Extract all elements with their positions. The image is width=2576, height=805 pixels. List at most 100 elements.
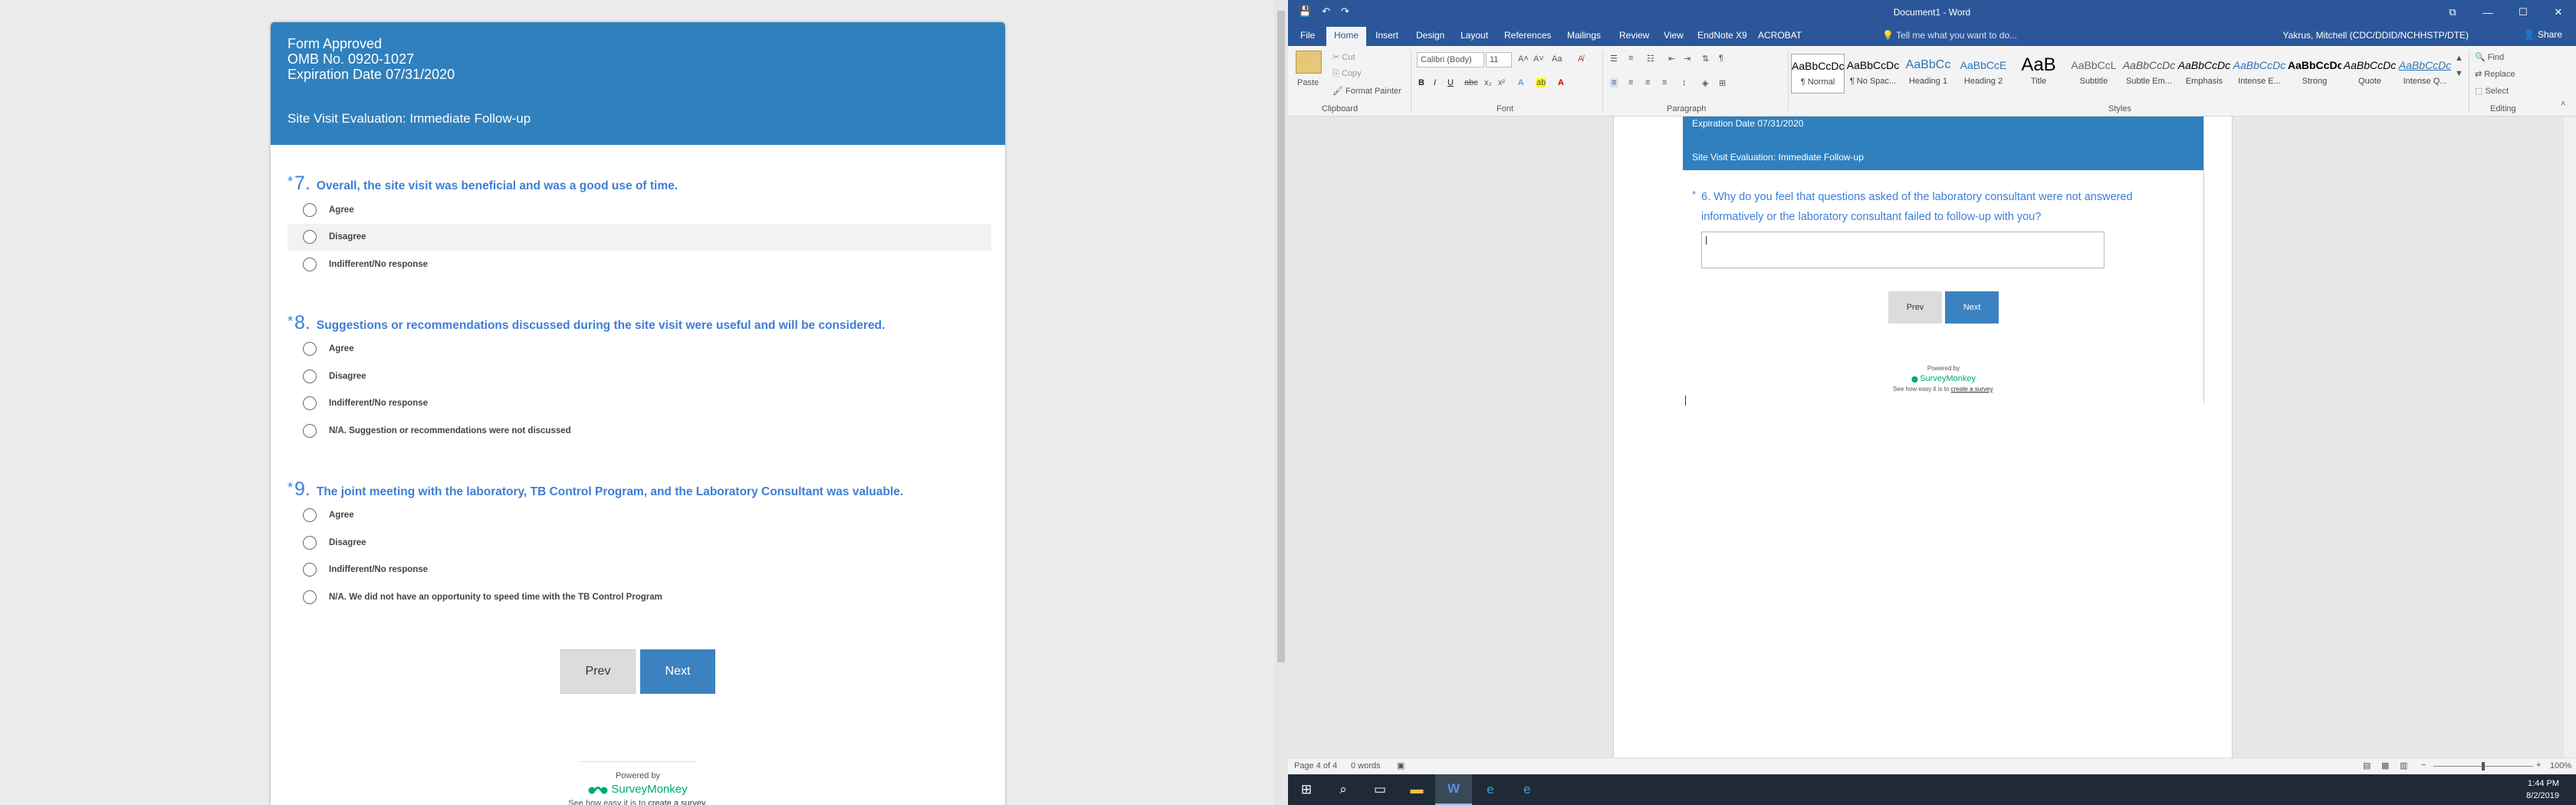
zoom-level[interactable]: 100%	[2550, 761, 2571, 770]
maximize-icon[interactable]: ☐	[2505, 0, 2541, 25]
next-button[interactable]: Next	[640, 649, 715, 694]
styles-scroll-up-icon[interactable]: ▲	[2455, 54, 2463, 63]
document-scrollbar[interactable]	[2564, 117, 2576, 757]
surveymonkey-logo[interactable]: SurveyMonkey	[271, 783, 1005, 796]
word-app-icon[interactable]: W	[1435, 774, 1472, 805]
option-disagree[interactable]: Disagree	[288, 529, 991, 557]
system-clock[interactable]: 1:44 PM 8/2/2019	[2526, 777, 2559, 802]
start-icon[interactable]: ⊞	[1288, 774, 1325, 805]
word-count[interactable]: 0 words	[1351, 761, 1381, 770]
style-intense-emphasis[interactable]: AaBbCcDc Intense E...	[2233, 54, 2286, 94]
radio-button[interactable]	[303, 396, 317, 411]
scrollbar-thumb[interactable]	[1277, 11, 1285, 662]
font-name-box[interactable]: Calibri (Body)	[1417, 52, 1484, 67]
option-agree[interactable]: Agree	[288, 502, 991, 530]
option-indifferent[interactable]: Indifferent/No response	[288, 557, 991, 584]
select-button[interactable]: ⬚ Select	[2475, 86, 2509, 96]
tab-review[interactable]: Review	[1612, 28, 1657, 42]
zoom-out-icon[interactable]: −	[2421, 761, 2426, 770]
tab-acrobat[interactable]: ACROBAT	[1750, 28, 1809, 42]
radio-button[interactable]	[303, 508, 317, 523]
radio-button[interactable]	[303, 202, 317, 217]
superscript-icon[interactable]: x²	[1498, 78, 1505, 87]
align-right-icon[interactable]: ≡	[1645, 78, 1650, 87]
radio-button[interactable]	[303, 535, 317, 550]
collapse-ribbon-icon[interactable]: ˄	[2561, 100, 2565, 109]
shrink-font-icon[interactable]: A˅	[1533, 54, 1544, 64]
zoom-in-icon[interactable]: +	[2536, 761, 2541, 770]
style-emphasis[interactable]: AaBbCcDc Emphasis	[2177, 54, 2231, 94]
copy-button[interactable]: ⎘ Copy	[1332, 69, 1362, 79]
radio-button[interactable]	[303, 230, 317, 245]
text-effects-icon[interactable]: A	[1518, 78, 1523, 87]
style-title[interactable]: AaB Title	[2012, 54, 2065, 94]
minimize-icon[interactable]: —	[2470, 0, 2505, 25]
line-spacing-icon[interactable]: ↕	[1682, 78, 1687, 87]
underline-icon[interactable]: U	[1447, 78, 1454, 87]
edge-icon[interactable]: e	[1472, 774, 1509, 805]
subscript-icon[interactable]: x₂	[1484, 78, 1492, 87]
web-layout-icon[interactable]: ▥	[2400, 761, 2407, 770]
tab-mailings[interactable]: Mailings	[1559, 28, 1608, 42]
radio-button[interactable]	[303, 590, 317, 604]
replace-button[interactable]: ⇄ Replace	[2475, 69, 2515, 79]
font-size-box[interactable]: 11	[1486, 52, 1512, 67]
tab-references[interactable]: References	[1497, 28, 1559, 42]
style-subtle-emphasis[interactable]: AaBbCcDc Subtle Em...	[2122, 54, 2176, 94]
tab-layout[interactable]: Layout	[1453, 28, 1496, 42]
ribbon-display-icon[interactable]: ⧉	[2435, 0, 2470, 25]
style-no-spacing[interactable]: AaBbCcDc ¶ No Spac...	[1846, 54, 1900, 94]
style-normal[interactable]: AaBbCcDc ¶ Normal	[1791, 54, 1845, 94]
radio-button[interactable]	[303, 257, 317, 271]
option-agree[interactable]: Agree	[288, 196, 991, 224]
increase-indent-icon[interactable]: ⇥	[1684, 54, 1691, 64]
align-center-icon[interactable]: ≡	[1628, 78, 1633, 87]
print-layout-icon[interactable]: ▦	[2381, 761, 2389, 770]
tab-insert[interactable]: Insert	[1368, 28, 1406, 42]
radio-button[interactable]	[303, 369, 317, 383]
tab-design[interactable]: Design	[1408, 28, 1452, 42]
file-explorer-icon[interactable]: ▬	[1398, 774, 1435, 805]
style-intense-quote[interactable]: AaBbCcDc Intense Q...	[2398, 54, 2452, 94]
decrease-indent-icon[interactable]: ⇤	[1668, 54, 1675, 64]
style-strong[interactable]: AaBbCcDc Strong	[2288, 54, 2341, 94]
tab-view[interactable]: View	[1656, 28, 1691, 42]
tab-file[interactable]: File	[1293, 28, 1322, 42]
style-heading-2[interactable]: AaBbCcE Heading 2	[1957, 54, 2010, 94]
tab-home[interactable]: Home	[1326, 27, 1367, 46]
highlight-icon[interactable]: ab	[1536, 78, 1546, 87]
change-case-icon[interactable]: Aa	[1552, 54, 1562, 64]
paste-icon[interactable]	[1296, 51, 1322, 74]
borders-icon[interactable]: ⊞	[1719, 78, 1726, 88]
proofing-icon[interactable]: ▣	[1397, 761, 1405, 770]
find-button[interactable]: 🔍 Find	[2475, 52, 2504, 62]
paste-button[interactable]: Paste	[1297, 78, 1319, 87]
option-na[interactable]: N/A. Suggestion or recommendations were …	[288, 417, 991, 445]
shading-icon[interactable]: ◈	[1702, 78, 1708, 88]
styles-scroll-down-icon[interactable]: ▼	[2455, 69, 2463, 78]
clear-formatting-icon[interactable]: A̸	[1578, 54, 1583, 64]
option-indifferent[interactable]: Indifferent/No response	[288, 251, 991, 278]
show-marks-icon[interactable]: ¶	[1719, 54, 1723, 63]
style-quote[interactable]: AaBbCcDc Quote	[2343, 54, 2397, 94]
justify-icon[interactable]: ≡	[1662, 78, 1667, 87]
zoom-slider-thumb[interactable]	[2482, 762, 2485, 770]
search-icon[interactable]: ⌕	[1325, 774, 1362, 805]
browser-scrollbar[interactable]	[1274, 0, 1288, 805]
bold-icon[interactable]: B	[1418, 78, 1424, 87]
option-na[interactable]: N/A. We did not have an opportunity to s…	[288, 583, 991, 611]
option-disagree[interactable]: Disagree	[288, 363, 991, 390]
document-page[interactable]: Expiration Date 07/31/2020 Site Visit Ev…	[1613, 117, 2233, 757]
strikethrough-icon[interactable]: abc	[1464, 78, 1478, 87]
numbering-icon[interactable]: ≡	[1628, 54, 1633, 63]
multilevel-list-icon[interactable]: ☷	[1647, 54, 1654, 64]
option-agree[interactable]: Agree	[288, 336, 991, 363]
align-left-icon[interactable]: ≡	[1610, 78, 1618, 87]
tell-me-search[interactable]: 💡 Tell me what you want to do...	[1882, 30, 2017, 41]
font-color-icon[interactable]: A	[1558, 78, 1564, 87]
page-count[interactable]: Page 4 of 4	[1294, 761, 1337, 770]
user-account[interactable]: Yakrus, Mitchell (CDC/DDID/NCHHSTP/DTE)	[2283, 30, 2469, 41]
prev-button[interactable]: Prev	[560, 649, 636, 694]
bullets-icon[interactable]: ☰	[1610, 54, 1618, 64]
tab-endnote[interactable]: EndNote X9	[1690, 28, 1755, 42]
